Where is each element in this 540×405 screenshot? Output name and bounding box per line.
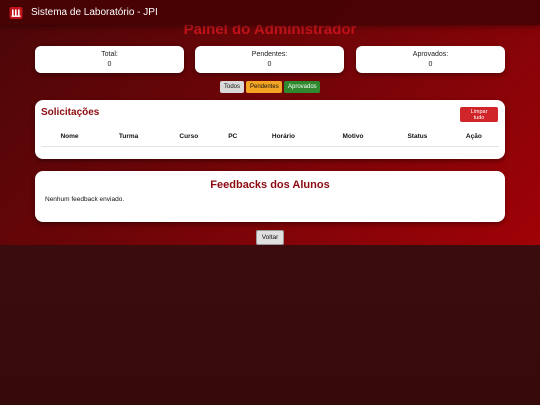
stat-pending-value: 0 <box>267 61 272 68</box>
column-header-turma: Turma <box>98 131 160 147</box>
stat-total-value: 0 <box>107 61 112 68</box>
background-lower <box>0 245 540 405</box>
filter-bar: Todos Pendentes Aprovados <box>0 81 540 93</box>
column-header-acao: Ação <box>448 131 499 147</box>
requests-table: Nome Turma Curso PC Horário Motivo Statu… <box>41 131 499 147</box>
clear-all-button[interactable]: Limpar tudo <box>460 107 498 122</box>
column-header-status: Status <box>386 131 449 147</box>
jpi-logo-icon <box>9 6 23 20</box>
stat-approved-label: Aprovados: <box>412 51 449 58</box>
top-bar: Sistema de Laboratório - JPI <box>0 0 540 25</box>
stat-approved-value: 0 <box>428 61 433 68</box>
table-header-row: Nome Turma Curso PC Horário Motivo Statu… <box>41 131 499 147</box>
filter-pending-button[interactable]: Pendentes <box>246 81 282 93</box>
stat-approved-card: Aprovados: 0 <box>356 46 505 73</box>
stat-total-label: Total: <box>101 51 118 58</box>
column-header-motivo: Motivo <box>319 131 387 147</box>
stat-total-card: Total: 0 <box>35 46 184 73</box>
column-header-pc: PC <box>218 131 247 147</box>
filter-all-button[interactable]: Todos <box>220 81 244 93</box>
column-header-curso: Curso <box>159 131 219 147</box>
feedback-empty-message: Nenhum feedback enviado. <box>45 196 125 203</box>
requests-card: Solicitações Limpar tudo Nome Turma Curs… <box>35 100 505 159</box>
app-title: Sistema de Laboratório - JPI <box>31 7 158 18</box>
stat-pending-label: Pendentes: <box>251 51 288 58</box>
column-header-nome: Nome <box>41 131 98 147</box>
feedback-title: Feedbacks dos Alunos <box>210 179 330 191</box>
stat-pending-card: Pendentes: 0 <box>195 46 344 73</box>
feedback-card: Feedbacks dos Alunos Nenhum feedback env… <box>35 171 505 222</box>
column-header-horario: Horário <box>246 131 320 147</box>
filter-approved-button[interactable]: Aprovados <box>284 81 320 93</box>
back-button[interactable]: Voltar <box>256 230 284 245</box>
requests-title: Solicitações <box>41 107 100 118</box>
